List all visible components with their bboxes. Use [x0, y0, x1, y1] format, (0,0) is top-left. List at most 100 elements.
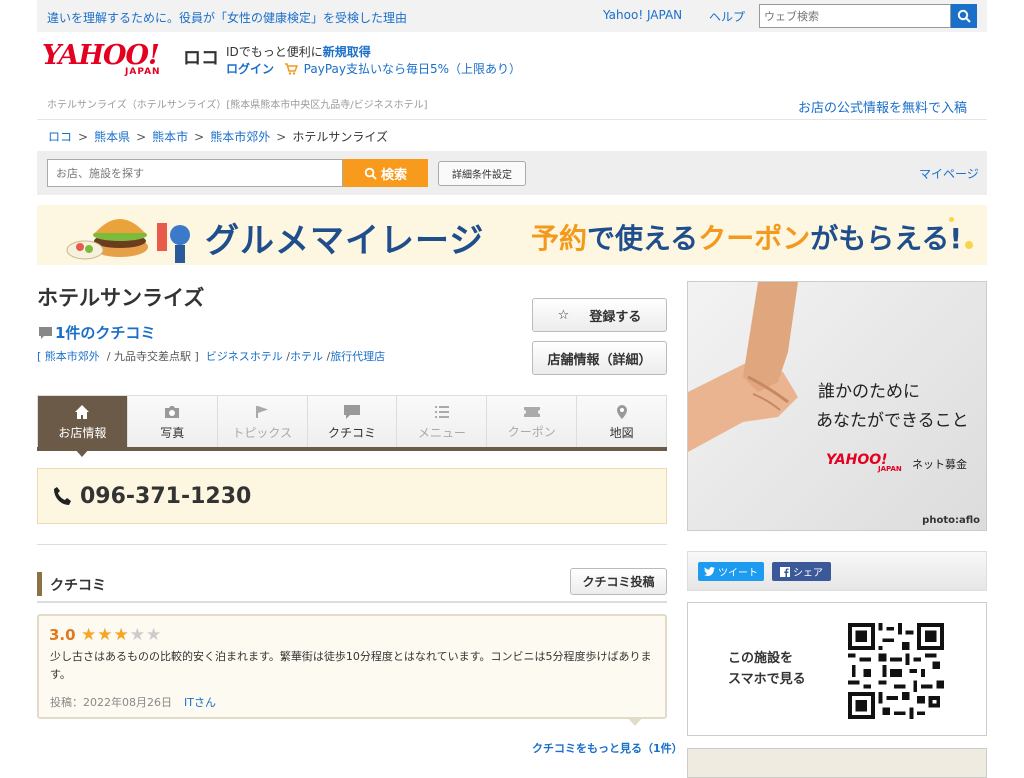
tab-label: トピックス — [232, 425, 292, 440]
review-author-link[interactable]: ITさん — [184, 696, 216, 709]
flag-icon — [256, 405, 269, 418]
facebook-icon — [780, 566, 790, 577]
hotel-name: ホテルサンライズ — [37, 286, 205, 310]
ad-brand-sub: JAPAN — [878, 465, 902, 473]
reviews-heading: クチコミ — [50, 578, 106, 594]
more-reviews-link[interactable]: クチコミをもっと見る（1件） — [532, 740, 683, 756]
banner-highlight: クーポン — [698, 222, 811, 255]
qr-label-line2: スマホで見る — [728, 672, 806, 687]
qr-code-icon — [848, 623, 944, 719]
map-pin-icon — [616, 404, 627, 419]
signup-link[interactable]: 新規取得 — [323, 45, 371, 59]
cart-icon — [284, 63, 298, 75]
tab-label: メニュー — [417, 425, 466, 440]
promo-link[interactable]: 違いを理解するために。役員が「女性の健康検定」を受検した理由 — [47, 9, 407, 26]
banner-text: で使える — [587, 222, 699, 255]
star-empty-icon: ★ — [129, 625, 146, 645]
star-filled-icon: ★ — [97, 625, 114, 645]
decorative-dot — [965, 241, 973, 249]
loco-search-bar: 検索 詳細条件設定 マイページ — [37, 151, 987, 195]
review-meta: 投稿：2022年08月26日 ITさん — [50, 694, 216, 710]
star-filled-icon: ★ — [81, 625, 98, 645]
meta-line: ホテルサンライズ（ホテルサンライズ）[熊本県熊本市中央区九品寺/ビジネスホテル] — [47, 100, 428, 111]
ticket-icon — [523, 406, 540, 417]
search-button-label: 検索 — [380, 167, 407, 183]
gourmet-mileage-banner[interactable]: グルメマイレージ 予約で使えるクーポンがもらえる! — [37, 205, 987, 265]
yahoo-japan-logo[interactable]: YAHOO! JAPAN — [42, 40, 182, 80]
category-link[interactable]: ビジネスホテル — [206, 350, 283, 363]
tab-coupon: クーポン — [487, 396, 578, 448]
star-outline-icon: ☆ — [557, 307, 570, 323]
qr-code-box: この施設をスマホで見る — [687, 602, 987, 736]
ad-service: ネット募金 — [912, 458, 967, 471]
free-info-link[interactable]: お店の公式情報を無料で入稿 — [798, 97, 967, 116]
tab-store-info[interactable]: お店情報 — [38, 396, 128, 457]
home-icon — [75, 404, 90, 419]
secondary-ad[interactable] — [687, 748, 987, 778]
qr-label-line1: この施設を — [728, 651, 794, 666]
category-link[interactable]: ホテル — [290, 350, 323, 363]
login-link[interactable]: ログイン — [226, 62, 274, 76]
review-score: 3.0 — [49, 626, 76, 644]
tab-topics: トピックス — [217, 396, 308, 448]
id-promo: IDでもっと便利に新規取得 — [226, 43, 371, 60]
review-text: 少し古さはあるものの比較的安く泊まれます。繁華街は徒歩10分程度とはなれています… — [50, 650, 652, 681]
breadcrumb-separator: > — [78, 130, 89, 144]
donation-ad[interactable]: 誰かのために あなたができること YAHOO! JAPAN ネット募金 phot… — [687, 281, 987, 531]
bracket: [ — [37, 350, 42, 363]
tweet-label: ツイート — [718, 568, 758, 579]
tab-label: クチコミ — [328, 425, 377, 440]
facebook-share-button[interactable]: シェア — [772, 562, 831, 581]
web-search-input[interactable] — [759, 4, 951, 28]
breadcrumb-kumamoto-city[interactable]: 熊本市 — [152, 130, 188, 144]
breadcrumb-suburb[interactable]: 熊本市郊外 — [210, 130, 270, 144]
tab-label: 写真 — [160, 425, 185, 440]
paypay-link[interactable]: PayPay支払いなら毎日5%（上限あり） — [304, 62, 521, 76]
loco-logo[interactable]: ロコ — [183, 44, 219, 70]
tweet-button[interactable]: ツイート — [698, 562, 764, 581]
search-icon — [364, 167, 377, 180]
breadcrumb: ロコ > 熊本県 > 熊本市 > 熊本市郊外 > ホテルサンライズ — [48, 128, 388, 145]
tab-photos[interactable]: 写真 — [127, 396, 218, 448]
store-tabs: お店情報 写真 トピックス クチコミ メニュー クーポン 地図 — [37, 395, 667, 457]
tab-label: 地図 — [609, 425, 634, 440]
advanced-search-button[interactable]: 詳細条件設定 — [438, 161, 526, 186]
post-review-button[interactable]: クチコミ投稿 — [570, 568, 667, 595]
phone-number[interactable]: 096-371-1230 — [80, 484, 251, 509]
help-link[interactable]: ヘルプ — [709, 8, 745, 25]
divider — [37, 119, 987, 120]
review-count-link[interactable]: 1件のクチコミ — [38, 322, 155, 343]
category-link[interactable]: 旅行代理店 — [330, 350, 385, 363]
area-link[interactable]: 熊本市郊外 — [45, 350, 100, 363]
mypage-link[interactable]: マイページ — [919, 165, 979, 182]
breadcrumb-kumamoto-pref[interactable]: 熊本県 — [94, 130, 130, 144]
star-empty-icon: ★ — [146, 625, 163, 645]
ad-line-2: あなたができること — [816, 411, 969, 431]
heading-accent-bar — [37, 572, 42, 596]
station-text: 九品寺交差点駅 — [114, 350, 191, 363]
tab-reviews[interactable]: クチコミ — [307, 396, 398, 448]
tab-menu: メニュー — [397, 396, 488, 448]
divider — [37, 601, 667, 603]
tab-map[interactable]: 地図 — [577, 396, 667, 448]
star-filled-icon: ★ — [113, 625, 130, 645]
tab-label: クーポン — [507, 424, 556, 439]
comment-icon — [39, 326, 52, 339]
store-info-button[interactable]: 店舗情報（詳細） — [532, 341, 667, 375]
breadcrumb-separator: > — [194, 130, 205, 144]
qr-label: この施設をスマホで見る — [728, 648, 806, 690]
ad-line-1: 誰かのために — [818, 382, 920, 402]
register-button[interactable]: ☆ 登録する — [532, 298, 667, 332]
food-illustration-icon — [66, 219, 190, 263]
yahoo-japan-link[interactable]: Yahoo! JAPAN — [603, 8, 682, 22]
breadcrumb-loco[interactable]: ロコ — [48, 130, 72, 144]
camera-icon — [165, 405, 180, 418]
top-bar: 違いを理解するために。役員が「女性の健康検定」を受検した理由 Yahoo! JA… — [37, 0, 987, 32]
breadcrumb-separator: > — [136, 130, 147, 144]
hands-illustration-icon — [688, 282, 798, 452]
place-search-button[interactable]: 検索 — [343, 159, 428, 187]
share-label: シェア — [793, 568, 823, 579]
web-search-button[interactable] — [951, 4, 977, 28]
place-search-input[interactable] — [47, 159, 343, 187]
speech-tail — [627, 717, 643, 726]
